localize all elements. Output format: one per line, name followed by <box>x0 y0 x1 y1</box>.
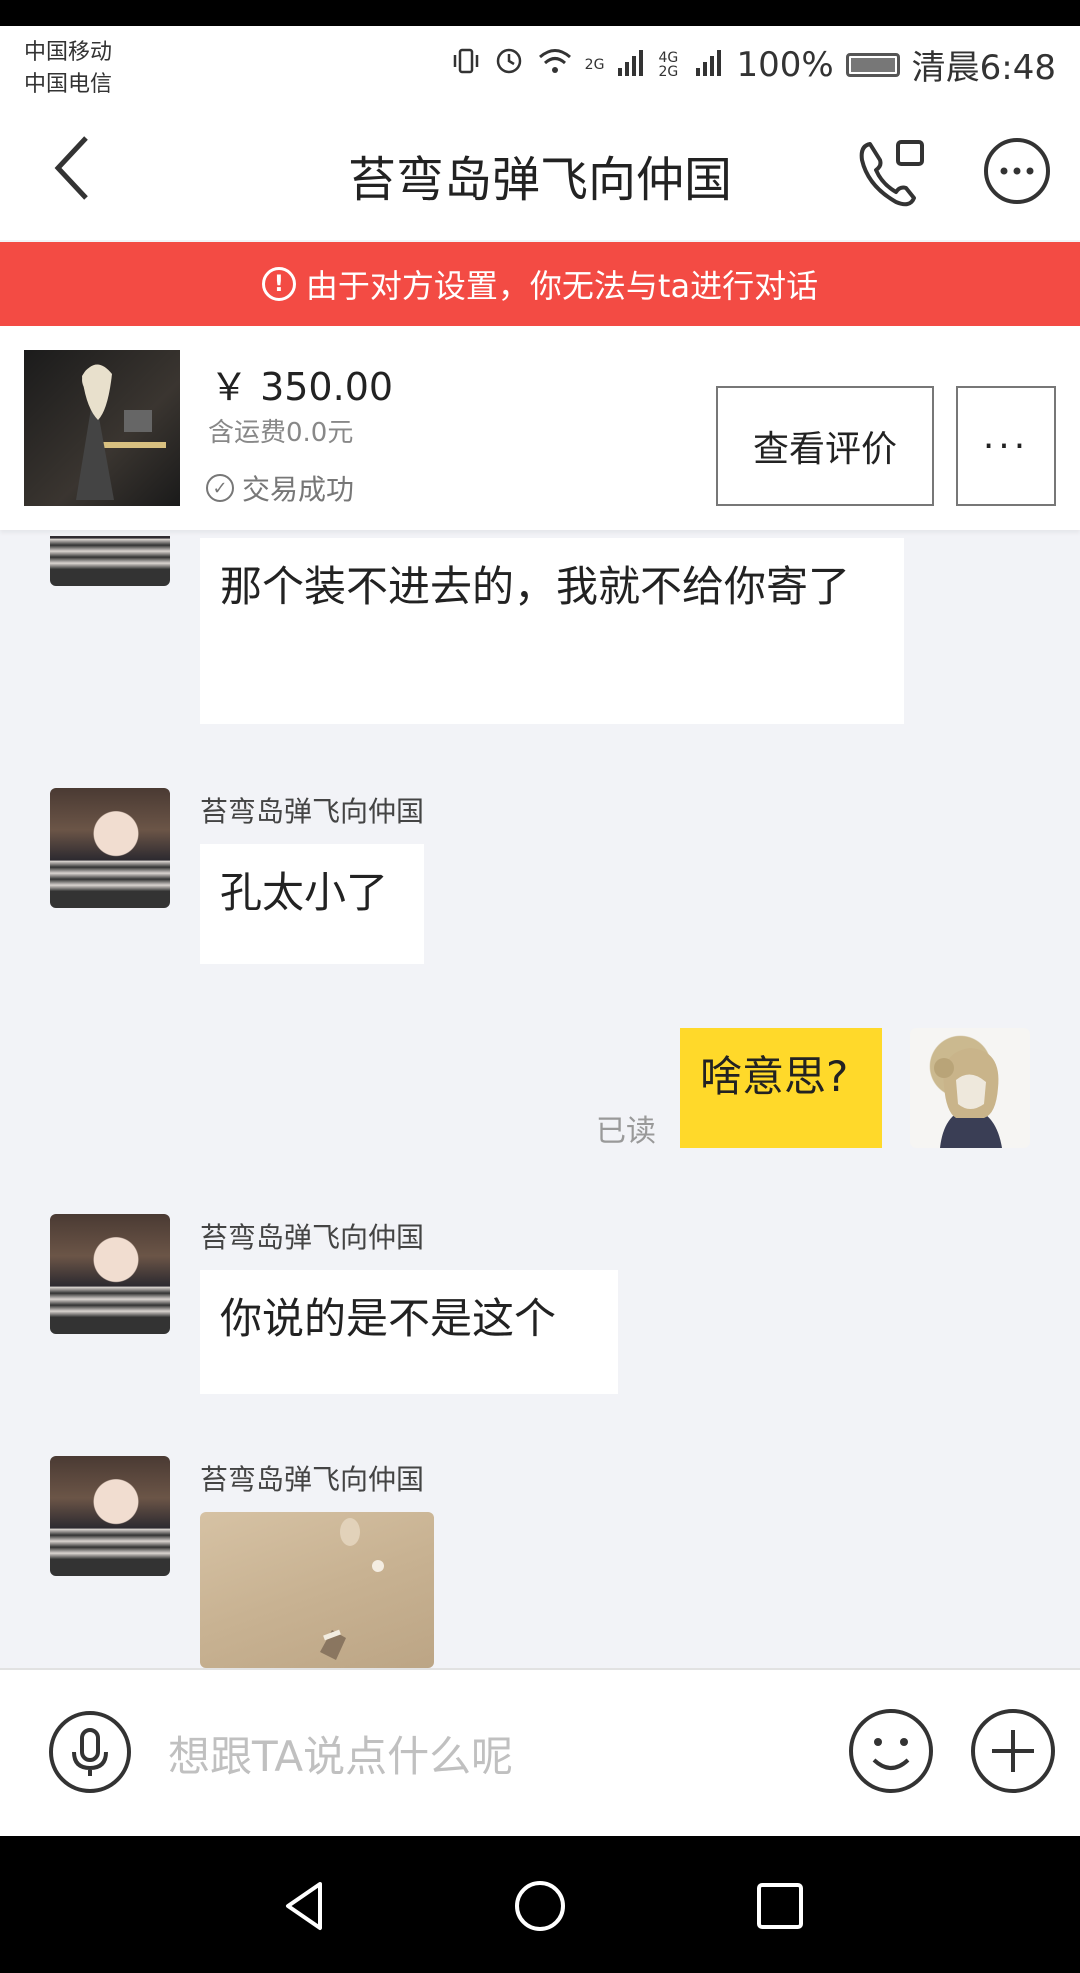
deal-status: ✓ 交易成功 <box>206 468 354 508</box>
top-letterbox <box>0 0 1080 26</box>
vibrate-icon <box>451 45 481 85</box>
product-thumbnail[interactable] <box>24 350 180 506</box>
signal-icon-2 <box>694 45 724 85</box>
network-label-2: 4G 2G <box>658 49 679 80</box>
more-icon <box>984 138 1050 204</box>
product-price: ￥ 350.00 <box>210 365 394 409</box>
nav-home-button[interactable] <box>510 1876 570 1936</box>
view-review-button[interactable]: 查看评价 <box>716 386 934 506</box>
status-icons: 2G 4G 2G 100% 清晨6:48 <box>451 40 1056 89</box>
video-call-button[interactable] <box>852 134 932 214</box>
sender-avatar[interactable] <box>50 1214 170 1334</box>
add-attachment-button[interactable] <box>970 1708 1056 1794</box>
warning-text: 由于对方设置，你无法与ta进行对话 <box>305 267 819 305</box>
warning-icon: ! <box>261 267 296 301</box>
emoji-icon <box>849 1709 933 1793</box>
message-bubble: 孔太小了 <box>200 844 424 964</box>
card-more-button[interactable]: ··· <box>956 386 1056 506</box>
sender-avatar[interactable] <box>50 1456 170 1576</box>
shipping-fee: 含运费0.0元 <box>208 418 354 448</box>
sender-name: 苔弯岛弹飞向仲国 <box>200 1221 425 1254</box>
check-circle-icon: ✓ <box>206 474 234 502</box>
battery-percent: 100% <box>736 44 834 85</box>
video-call-icon <box>859 140 924 207</box>
wifi-icon <box>537 45 573 85</box>
message-bubble: 你说的是不是这个 <box>200 1270 618 1394</box>
image-message[interactable] <box>200 1512 434 1668</box>
sender-name: 苔弯岛弹飞向仲国 <box>200 1463 425 1496</box>
message-bubble: 那个装不进去的，我就不给你寄了 <box>200 538 904 724</box>
battery-icon <box>845 52 900 77</box>
nav-home-icon <box>515 1881 565 1931</box>
my-avatar[interactable] <box>910 1028 1030 1148</box>
nav-back-icon <box>286 1882 322 1930</box>
message-input[interactable] <box>166 1720 810 1792</box>
nav-recent-button[interactable] <box>750 1876 810 1936</box>
mic-icon <box>49 1711 131 1793</box>
voice-button[interactable] <box>48 1710 132 1794</box>
read-receipt: 已读 <box>596 1114 656 1149</box>
sender-avatar[interactable] <box>50 788 170 908</box>
carrier-1: 中国移动 <box>24 40 113 65</box>
nav-back-button[interactable] <box>274 1876 334 1936</box>
deal-status-label: 交易成功 <box>242 473 355 506</box>
emoji-button[interactable] <box>848 1708 934 1794</box>
sender-name: 苔弯岛弹飞向仲国 <box>200 795 425 828</box>
more-button[interactable] <box>982 136 1052 206</box>
chat-blocked-banner: ! 由于对方设置，你无法与ta进行对话 <box>0 242 1080 326</box>
signal-icon <box>616 45 646 85</box>
alarm-icon <box>493 44 525 85</box>
my-message-bubble: 啥意思? <box>680 1028 882 1148</box>
network-label: 2G <box>584 56 605 73</box>
nav-recent-icon <box>757 1883 803 1929</box>
clock: 清晨6:48 <box>911 48 1056 88</box>
plus-icon <box>971 1709 1055 1793</box>
carrier-2: 中国电信 <box>24 72 113 97</box>
